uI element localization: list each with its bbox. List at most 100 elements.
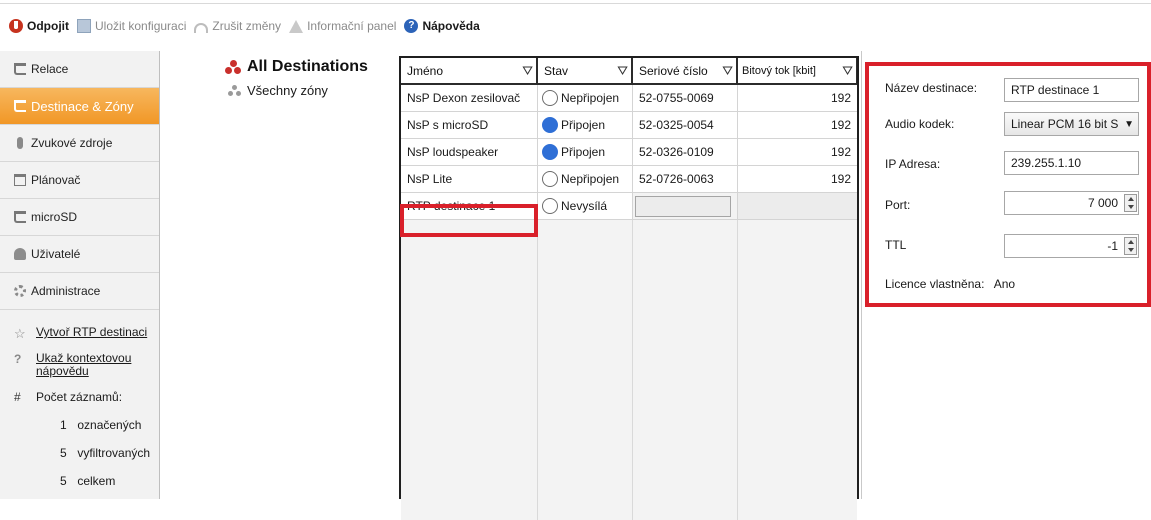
nav-item-microsd[interactable]: microSD: [0, 199, 159, 236]
warning-icon: [289, 19, 304, 33]
table-row[interactable]: NsP Dexon zesilovač Nepřipojen 52-0755-0…: [401, 85, 857, 112]
context-help-action[interactable]: ? Ukaž kontextovou nápovědu: [14, 352, 159, 378]
count-filtered-label: vyfiltrovaných: [77, 446, 151, 460]
save-icon: [77, 19, 91, 33]
filter-icon[interactable]: ⛛: [617, 63, 628, 79]
nav-label: Plánovač: [31, 173, 81, 187]
hash-symbol: #: [14, 390, 21, 404]
nav-item-administration[interactable]: Administrace: [0, 273, 159, 310]
context-help-link[interactable]: Ukaž kontextovou nápovědu: [36, 352, 131, 378]
selected-row-highlight: [400, 204, 538, 237]
save-config-label: Uložit konfiguraci: [95, 19, 187, 33]
audio-codec-select[interactable]: Linear PCM 16 bit S ▼: [1004, 112, 1139, 136]
codec-label: Audio kodek:: [885, 117, 955, 131]
spinner-arrows-icon[interactable]: [1124, 194, 1137, 212]
star-icon: ☆: [14, 326, 26, 341]
ttl-label: TTL: [885, 238, 907, 252]
column-header-serial[interactable]: Seriové číslo ⛛: [632, 58, 737, 85]
help-button[interactable]: ? Nápověda: [404, 19, 480, 33]
count-total-num: 5: [60, 474, 67, 488]
spinner-arrows-icon[interactable]: [1124, 237, 1137, 255]
nav-item-relace[interactable]: Relace: [0, 51, 159, 88]
column-header-label: Jméno: [407, 63, 444, 78]
context-help-line1: Ukaž kontextovou: [36, 351, 132, 365]
ip-address-input[interactable]: 239.255.1.10: [1004, 151, 1139, 175]
ttl-stepper[interactable]: -1: [1004, 234, 1139, 258]
license-label: Licence vlastněna:: [885, 277, 985, 291]
empty-column: [633, 220, 738, 520]
nav-item-scheduler[interactable]: Plánovač: [0, 162, 159, 199]
column-header-bitrate[interactable]: Bitový tok [kbit] ⛛: [737, 58, 857, 85]
info-panel-label: Informační panel: [307, 19, 397, 33]
serial-empty-field: [635, 195, 731, 217]
license-row: Licence vlastněna: Ano: [885, 277, 1015, 291]
column-header-label: Bitový tok [kbit]: [742, 64, 816, 77]
column-header-name[interactable]: Jméno ⛛: [401, 58, 537, 85]
filter-icon[interactable]: ⛛: [522, 63, 533, 79]
nav-item-sound-sources[interactable]: Zvukové zdroje: [0, 125, 159, 162]
nav-item-destinations-zones[interactable]: Destinace & Zóny: [0, 88, 159, 125]
undo-changes-button[interactable]: Zrušit změny: [194, 19, 281, 33]
cell-serial: 52-0325-0054: [633, 112, 738, 138]
create-rtp-link[interactable]: Vytvoř RTP destinaci: [36, 326, 147, 339]
info-panel-button[interactable]: Informační panel: [289, 19, 396, 33]
status-label: Nevysílá: [561, 199, 608, 213]
help-label: Nápověda: [422, 19, 480, 33]
cell-serial: 52-0755-0069: [633, 85, 738, 111]
destination-tree: All Destinations Všechny zóny: [225, 58, 368, 98]
destinations-table: Jméno ⛛ Stav ⛛ Seriové číslo ⛛ Bitový to…: [399, 56, 859, 520]
window-top-edge: [0, 0, 1151, 4]
nav-label: Administrace: [31, 284, 101, 298]
audio-codec-value: Linear PCM 16 bit S: [1011, 117, 1119, 131]
count-filtered: 5 vyfiltrovaných: [14, 446, 159, 460]
tree-item-all-destinations[interactable]: All Destinations: [225, 58, 368, 76]
port-stepper[interactable]: 7 000: [1004, 191, 1139, 215]
status-label: Nepřipojen: [561, 91, 620, 105]
music-note-icon: [14, 211, 26, 223]
tree-item-all-zones[interactable]: Všechny zóny: [228, 83, 368, 98]
status-label: Připojen: [561, 145, 606, 159]
left-navigation: Relace Destinace & Zóny Zvukové zdroje P…: [0, 51, 160, 499]
undo-changes-label: Zrušit změny: [212, 19, 282, 33]
nav-label: Uživatelé: [31, 247, 81, 261]
disconnect-label: Odpojit: [27, 19, 69, 33]
count-total-label: celkem: [77, 474, 116, 488]
table-empty-area: [401, 220, 857, 520]
power-icon: [9, 19, 23, 33]
music-note-icon: [14, 100, 26, 112]
cell-bitrate: 192: [830, 172, 851, 186]
table-row[interactable]: NsP s microSD Připojen 52-0325-0054 192: [401, 112, 857, 139]
destination-name-input[interactable]: RTP destinace 1: [1004, 78, 1139, 102]
cell-status: Nevysílá: [538, 193, 633, 219]
count-filtered-num: 5: [60, 446, 67, 460]
cell-serial: 52-0326-0109: [633, 139, 738, 165]
record-count-label: Počet záznamů:: [36, 390, 123, 404]
license-value: Ano: [993, 277, 1016, 291]
save-config-button[interactable]: Uložit konfiguraci: [77, 19, 186, 33]
cell-serial: [633, 193, 738, 219]
cell-bitrate: 192: [830, 91, 851, 105]
port-label: Port:: [885, 198, 911, 212]
nav-label: Zvukové zdroje: [31, 136, 113, 150]
cell-bitrate: [738, 193, 857, 219]
cell-serial: 52-0726-0063: [633, 166, 738, 192]
table-row[interactable]: NsP Lite Nepřipojen 52-0726-0063 192: [401, 166, 857, 193]
filter-icon[interactable]: ⛛: [722, 63, 733, 79]
calendar-icon: [14, 174, 26, 186]
cell-name: NsP Lite: [401, 166, 538, 192]
column-header-status[interactable]: Stav ⛛: [537, 58, 632, 85]
table-row[interactable]: NsP loudspeaker Připojen 52-0326-0109 19…: [401, 139, 857, 166]
context-help-line2: nápovědu: [36, 364, 89, 378]
name-label: Název destinace:: [885, 81, 978, 95]
table-header: Jméno ⛛ Stav ⛛ Seriové číslo ⛛ Bitový to…: [401, 58, 857, 85]
help-icon: ?: [404, 19, 419, 33]
filter-icon[interactable]: ⛛: [842, 63, 853, 79]
table-body: NsP Dexon zesilovač Nepřipojen 52-0755-0…: [401, 85, 857, 520]
disconnect-button[interactable]: Odpojit: [9, 19, 69, 33]
gear-icon: [14, 285, 26, 297]
status-indicator-icon: [542, 90, 558, 106]
cell-status: Nepřipojen: [538, 85, 633, 111]
create-rtp-action[interactable]: ☆ Vytvoř RTP destinaci: [14, 326, 159, 342]
count-total: 5 celkem: [14, 474, 159, 488]
nav-item-users[interactable]: Uživatelé: [0, 236, 159, 273]
